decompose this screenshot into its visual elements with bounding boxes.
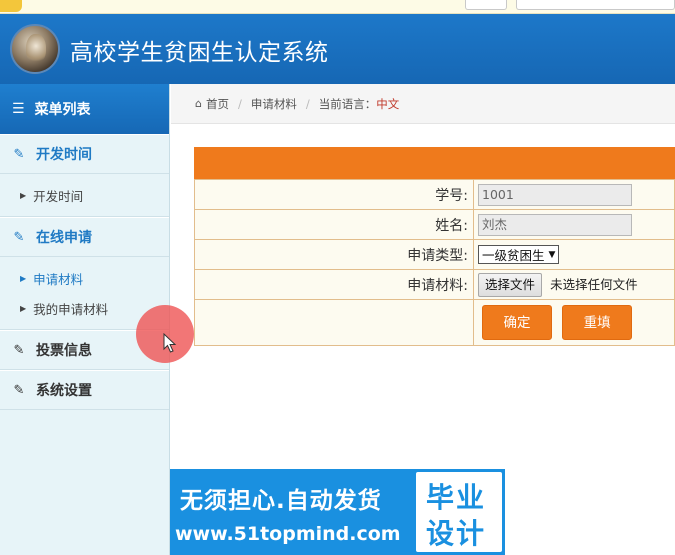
breadcrumb-current[interactable]: 申请材料 <box>251 96 297 112</box>
apply-type-selected: 一级贫困生 <box>482 248 545 263</box>
top-mini-input[interactable] <box>516 0 675 10</box>
sidebar-item-apply-material[interactable]: ▶ 申请材料 <box>0 263 169 293</box>
corner-icon <box>0 0 22 12</box>
dropdown-arrow-icon: ▼ <box>548 249 556 260</box>
banner-badge-line1: 毕业 <box>426 481 487 514</box>
breadcrumb: ⌂ 首页 / 申请材料 / 当前语言： 中文 <box>171 84 675 124</box>
sidebar-menu-title: 菜单列表 <box>34 102 91 118</box>
form-row-student-id: 学号: 1001 <box>194 179 675 210</box>
sidebar-sublist-dev-time: ▶ 开发时间 <box>0 174 169 217</box>
edit-icon: ✎ <box>13 342 25 358</box>
form-row-name: 姓名: 刘杰 <box>194 209 675 240</box>
caret-right-icon: ▶ <box>20 303 27 313</box>
sidebar-group-dev-time[interactable]: ✎ 开发时间 <box>0 134 169 174</box>
mouse-cursor-icon <box>163 333 177 353</box>
student-id-field[interactable]: 1001 <box>478 183 632 206</box>
confirm-button[interactable]: 确定 <box>482 305 552 340</box>
top-mini-button[interactable] <box>465 0 507 10</box>
sidebar-group-label: 在线申请 <box>36 230 92 246</box>
form-row-actions: 确定 重填 <box>194 299 675 346</box>
apply-type-label: 申请类型: <box>194 239 474 270</box>
breadcrumb-separator: / <box>237 96 242 111</box>
form-header-bar <box>194 147 675 179</box>
apply-form: 学号: 1001 姓名: 刘杰 申请类型: 一级贫困生 ▼ 申请材料: 选择文件… <box>194 147 675 346</box>
name-field[interactable]: 刘杰 <box>478 213 632 236</box>
form-row-material: 申请材料: 选择文件 未选择任何文件 <box>194 269 675 300</box>
edit-icon: ✎ <box>13 382 25 398</box>
sidebar-item-label: 我的申请材料 <box>33 301 109 317</box>
system-title: 高校学生贫困生认定系统 <box>70 40 329 66</box>
sidebar-menu-header: ☰ 菜单列表 <box>0 84 169 134</box>
banner-badge-line2: 设计 <box>426 517 487 550</box>
caret-right-icon: ▶ <box>20 273 27 283</box>
edit-icon: ✎ <box>13 146 25 162</box>
app-header: 高校学生贫困生认定系统 <box>0 14 675 84</box>
banner-badge: 毕业 设计 <box>416 472 502 552</box>
form-row-apply-type: 申请类型: 一级贫困生 ▼ <box>194 239 675 270</box>
sidebar-group-label: 开发时间 <box>36 147 92 163</box>
student-id-label: 学号: <box>194 179 474 210</box>
sidebar-item-dev-time[interactable]: ▶ 开发时间 <box>0 180 169 210</box>
sidebar-group-label: 系统设置 <box>36 383 92 399</box>
edit-icon: ✎ <box>13 229 25 245</box>
browser-top-strip <box>0 0 675 14</box>
sidebar-group-system-settings[interactable]: ✎ 系统设置 <box>0 370 169 410</box>
sidebar-item-label: 开发时间 <box>33 188 84 204</box>
sidebar-group-label: 投票信息 <box>36 343 92 359</box>
breadcrumb-home-link[interactable]: 首页 <box>206 96 229 112</box>
form-table: 学号: 1001 姓名: 刘杰 申请类型: 一级贫困生 ▼ 申请材料: 选择文件… <box>194 179 675 346</box>
sidebar-group-online-apply[interactable]: ✎ 在线申请 <box>0 217 169 257</box>
breadcrumb-language-label: 当前语言： <box>318 96 377 111</box>
breadcrumb-separator: / <box>305 96 310 111</box>
banner-site: www.51topmind.com <box>175 523 401 545</box>
caret-right-icon: ▶ <box>20 190 27 200</box>
choose-file-button[interactable]: 选择文件 <box>478 272 543 297</box>
list-icon: ☰ <box>12 101 25 117</box>
apply-type-select[interactable]: 一级贫困生 ▼ <box>478 245 560 264</box>
logo-avatar <box>10 24 60 74</box>
sidebar-item-label: 申请材料 <box>33 271 84 287</box>
name-label: 姓名: <box>194 209 474 240</box>
home-icon: ⌂ <box>195 97 202 110</box>
breadcrumb-language-value[interactable]: 中文 <box>376 96 399 112</box>
material-label: 申请材料: <box>194 269 474 300</box>
banner-slogan: 无须担心.自动发货 <box>180 488 382 514</box>
reset-button[interactable]: 重填 <box>562 305 633 340</box>
watermark-banner: 无须担心.自动发货 www.51topmind.com 毕业 设计 <box>170 469 505 555</box>
file-status-text: 未选择任何文件 <box>550 276 638 292</box>
